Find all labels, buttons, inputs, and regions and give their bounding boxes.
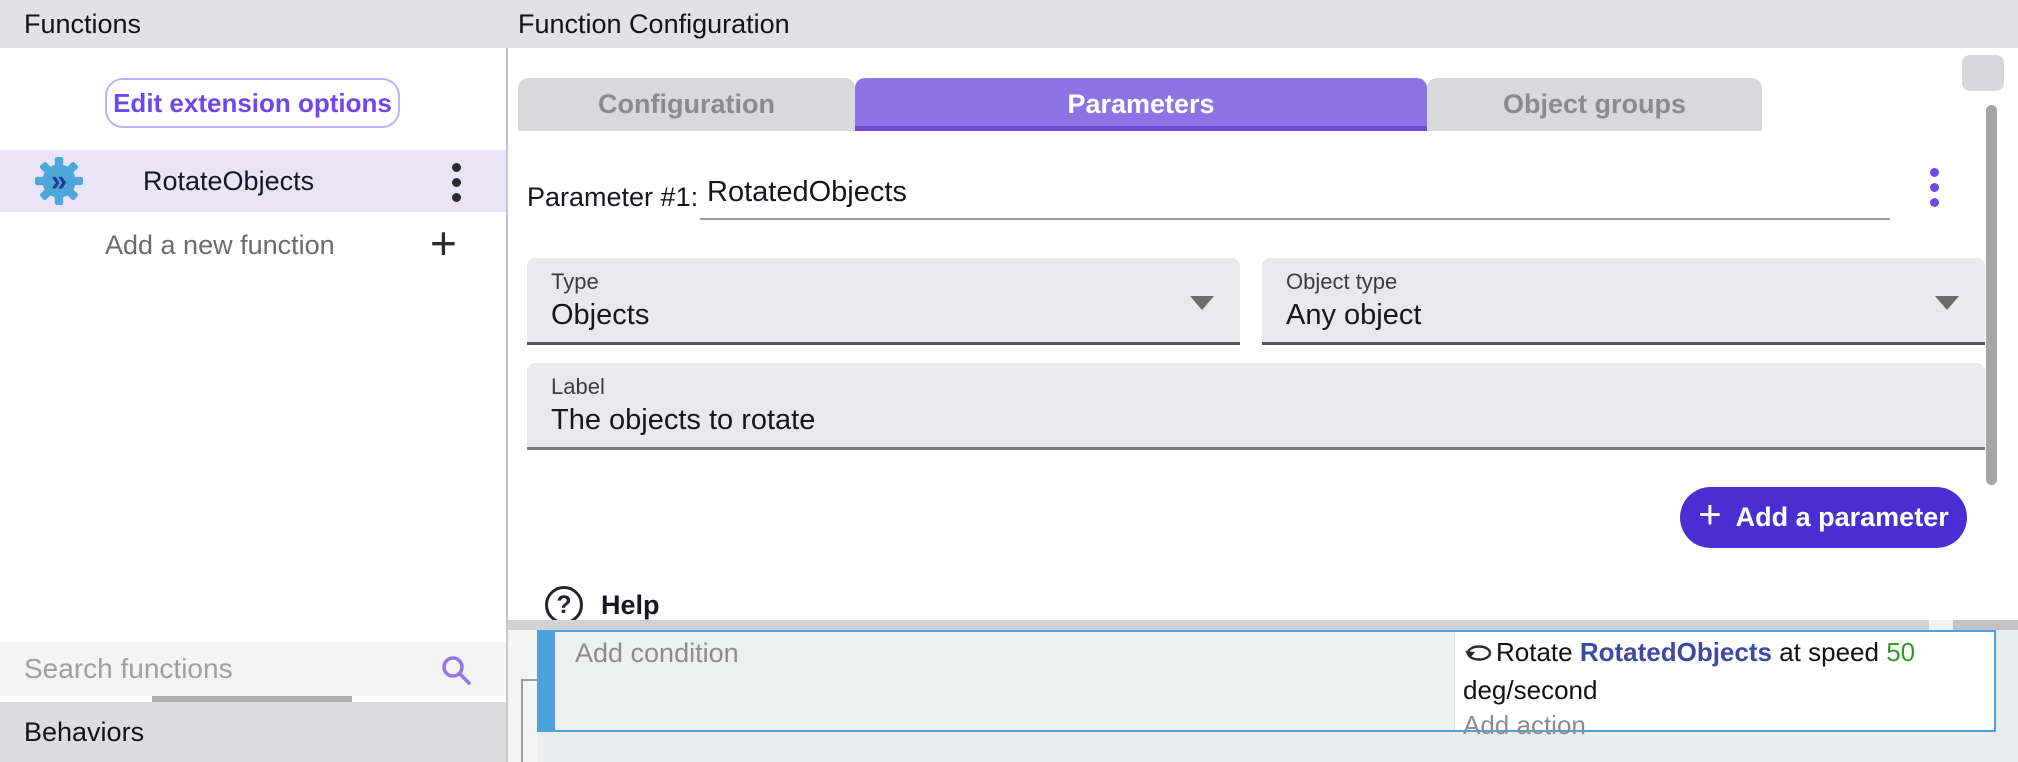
add-function-row[interactable]: Add a new function + bbox=[0, 216, 506, 274]
svg-text:»: » bbox=[51, 165, 67, 197]
add-function-label: Add a new function bbox=[105, 216, 335, 274]
behaviors-section-header[interactable]: Behaviors bbox=[0, 702, 506, 762]
help-icon: ? bbox=[545, 586, 583, 624]
event-selection-bar[interactable] bbox=[537, 630, 553, 732]
type-select[interactable]: Type Objects bbox=[527, 258, 1240, 345]
tab-bar: Configuration Parameters Object groups bbox=[518, 78, 1762, 131]
function-name-label: RotateObjects bbox=[143, 150, 314, 212]
panel-divider bbox=[506, 48, 508, 762]
events-editor-panel: Add condition Rotate RotatedObjects at s… bbox=[506, 620, 2018, 762]
object-type-select-value: Any object bbox=[1286, 299, 1421, 332]
tab-object-groups-label: Object groups bbox=[1503, 89, 1686, 120]
parameter-index-label: Parameter #1: bbox=[527, 182, 698, 213]
functions-sidebar: Edit extension options » bbox=[0, 48, 506, 762]
search-icon bbox=[440, 654, 472, 691]
action-text-suffix: deg/second bbox=[1463, 675, 1597, 705]
page-title: Function Configuration bbox=[518, 0, 790, 48]
tab-configuration-label: Configuration bbox=[598, 89, 775, 120]
chevron-down-icon bbox=[1190, 296, 1214, 310]
help-label: Help bbox=[601, 590, 660, 621]
rotate-icon bbox=[1463, 638, 1493, 673]
events-panel-divider[interactable] bbox=[506, 620, 2018, 630]
object-type-select-label: Object type bbox=[1286, 269, 1397, 295]
tab-parameters-label: Parameters bbox=[1067, 89, 1214, 120]
label-field-value: The objects to rotate bbox=[551, 404, 815, 437]
vertical-scrollbar-thumb[interactable] bbox=[1986, 105, 1997, 485]
tab-configuration[interactable]: Configuration bbox=[518, 78, 855, 131]
search-input[interactable]: Search functions bbox=[24, 642, 233, 696]
app-window: Functions Function Configuration Edit ex… bbox=[0, 0, 2018, 762]
chevron-down-icon bbox=[1935, 296, 1959, 310]
type-select-label: Type bbox=[551, 269, 599, 295]
behaviors-title: Behaviors bbox=[24, 702, 144, 762]
object-type-select[interactable]: Object type Any object bbox=[1262, 258, 1985, 345]
label-field[interactable]: Label The objects to rotate bbox=[527, 363, 1985, 450]
horizontal-scrollbar-thumb[interactable] bbox=[1953, 620, 2018, 630]
add-parameter-label: Add a parameter bbox=[1736, 502, 1949, 533]
functions-panel-title: Functions bbox=[24, 0, 141, 48]
action-text-middle: at speed bbox=[1772, 637, 1886, 667]
event-row[interactable]: Add condition Rotate RotatedObjects at s… bbox=[553, 630, 1996, 732]
parameter-menu-icon[interactable] bbox=[1930, 168, 1939, 207]
scroll-corner bbox=[1962, 55, 2004, 91]
add-condition-button[interactable]: Add condition bbox=[555, 632, 1454, 730]
function-menu-icon[interactable] bbox=[452, 163, 461, 202]
scrollbar-gap bbox=[1929, 620, 1953, 630]
search-functions-bar[interactable]: Search functions bbox=[0, 642, 506, 696]
plus-icon: + bbox=[1698, 493, 1721, 538]
action-object-name: RotatedObjects bbox=[1580, 637, 1772, 667]
plus-icon: + bbox=[430, 216, 457, 274]
action-text-prefix: Rotate bbox=[1496, 637, 1580, 667]
actions-cell[interactable]: Rotate RotatedObjects at speed 50 deg/se… bbox=[1454, 632, 1994, 730]
add-parameter-button[interactable]: + Add a parameter bbox=[1680, 487, 1967, 548]
tab-object-groups[interactable]: Object groups bbox=[1427, 78, 1762, 131]
function-gear-icon: » bbox=[34, 156, 84, 206]
label-field-label: Label bbox=[551, 374, 605, 400]
input-underline bbox=[700, 218, 1890, 220]
parameter-name-input[interactable]: RotatedObjects bbox=[707, 176, 907, 209]
action-speed-value: 50 bbox=[1886, 637, 1915, 667]
active-tab-indicator bbox=[855, 126, 1427, 131]
edit-extension-options-button[interactable]: Edit extension options bbox=[105, 78, 400, 128]
add-action-button[interactable]: Add action bbox=[1463, 708, 1986, 743]
top-header bbox=[0, 0, 2018, 48]
tab-parameters[interactable]: Parameters bbox=[855, 78, 1427, 131]
type-select-value: Objects bbox=[551, 299, 649, 332]
sidebar-item-rotateobjects[interactable]: » RotateObjects bbox=[0, 150, 506, 212]
